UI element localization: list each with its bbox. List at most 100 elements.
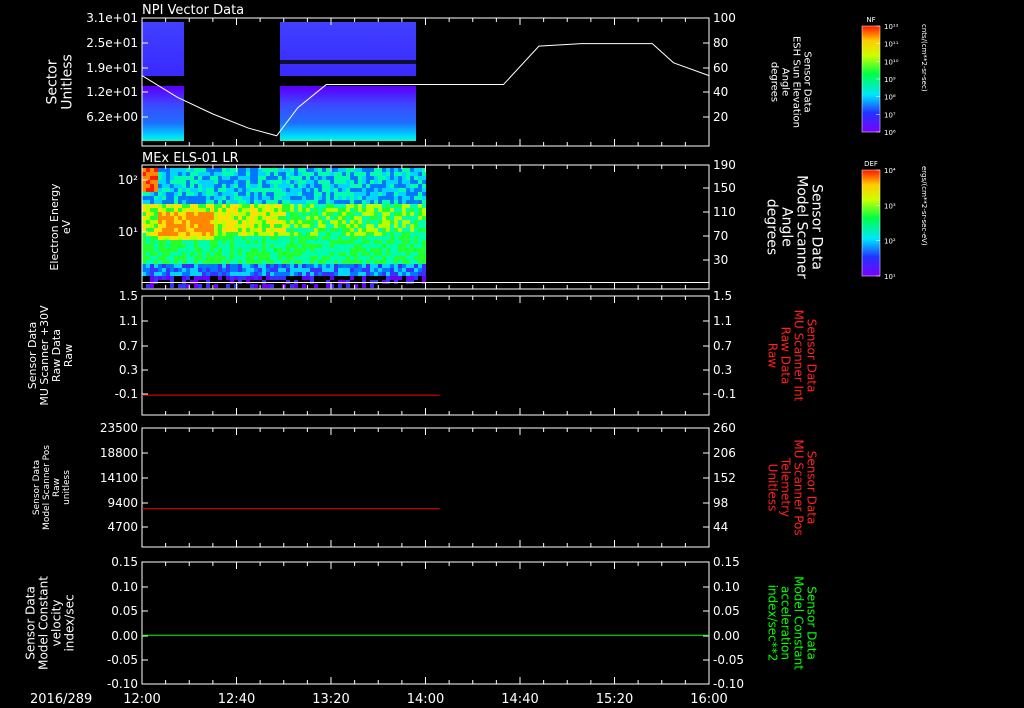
els-cell [418, 236, 422, 240]
y-tick-label-left: -0.10 [107, 677, 138, 691]
els-cell [142, 184, 146, 188]
els-cell [330, 276, 334, 280]
els-cell [362, 236, 366, 240]
els-cell [210, 168, 214, 172]
els-cell [342, 268, 346, 272]
els-cell [142, 236, 146, 240]
els-cell [146, 264, 150, 268]
els-cell [286, 256, 290, 260]
els-cell [278, 264, 282, 268]
els-cell [238, 236, 242, 240]
els-cell [262, 248, 266, 252]
y-axis-label-left: Sector [45, 59, 61, 104]
els-cell [386, 248, 390, 252]
els-cell [398, 172, 402, 176]
els-cell [422, 216, 426, 220]
els-cell [398, 176, 402, 180]
els-cell [382, 168, 386, 172]
els-cell [218, 232, 222, 236]
els-cell [330, 264, 334, 268]
els-cell [238, 240, 242, 244]
els-cell [146, 168, 150, 172]
els-cell [242, 216, 246, 220]
els-cell [414, 192, 418, 196]
els-cell [370, 232, 374, 236]
els-cell [250, 212, 254, 216]
els-cell [338, 208, 342, 212]
els-cell [150, 276, 154, 280]
els-cell [258, 256, 262, 260]
els-cell [370, 240, 374, 244]
els-cell [338, 248, 342, 252]
els-cell [270, 196, 274, 200]
els-cell [254, 276, 258, 280]
els-cell [282, 196, 286, 200]
els-cell [290, 192, 294, 196]
els-cell [322, 188, 326, 192]
els-cell [374, 192, 378, 196]
els-cell [294, 204, 298, 208]
els-cell [186, 232, 190, 236]
els-cell [390, 260, 394, 264]
els-cell [174, 204, 178, 208]
els-cell [310, 232, 314, 236]
els-cell [150, 220, 154, 224]
els-cell [238, 172, 242, 176]
els-cell [246, 184, 250, 188]
els-cell [186, 208, 190, 212]
els-cell [366, 196, 370, 200]
els-cell [202, 204, 206, 208]
els-cell [402, 208, 406, 212]
els-cell [350, 264, 354, 268]
els-cell [314, 252, 318, 256]
els-cell [334, 256, 338, 260]
els-cell [270, 232, 274, 236]
els-cell [362, 272, 366, 276]
els-cell [234, 200, 238, 204]
els-cell [162, 228, 166, 232]
els-cell [194, 204, 198, 208]
els-cell [154, 196, 158, 200]
els-cell [414, 248, 418, 252]
els-cell [418, 256, 422, 260]
els-cell [354, 216, 358, 220]
els-cell [170, 168, 174, 172]
els-cell [338, 220, 342, 224]
els-cell [374, 172, 378, 176]
els-cell [214, 224, 218, 228]
els-cell [418, 216, 422, 220]
els-cell [382, 208, 386, 212]
els-cell [422, 192, 426, 196]
els-cell [146, 184, 150, 188]
els-cell [298, 216, 302, 220]
els-cell [366, 216, 370, 220]
els-cell [194, 176, 198, 180]
y-axis-label-right: Model Scanner [794, 175, 810, 279]
els-cell [350, 244, 354, 248]
els-cell [178, 172, 182, 176]
colorbar-nf-title: NF [866, 16, 875, 24]
els-cell [318, 244, 322, 248]
time-axis: 2016/289 12:00 12:40 13:20 14:00 14:40 15:20 1… [30, 692, 728, 707]
els-cell [242, 220, 246, 224]
colorbar-tick-label: 10² [884, 238, 896, 246]
els-cell [182, 244, 186, 248]
els-cell [314, 240, 318, 244]
els-cell [242, 172, 246, 176]
els-cell [162, 216, 166, 220]
els-cell [350, 212, 354, 216]
els-cell [214, 260, 218, 264]
colorbar-def-unit: ergs/(cm**2-sr-sec-eV) [920, 166, 928, 246]
els-cell [186, 176, 190, 180]
els-cell [338, 256, 342, 260]
els-cell [298, 228, 302, 232]
els-cell [390, 192, 394, 196]
els-cell [298, 212, 302, 216]
els-cell [310, 228, 314, 232]
els-cell [146, 188, 150, 192]
els-cell [214, 220, 218, 224]
els-cell [302, 208, 306, 212]
els-cell [250, 224, 254, 228]
els-cell [258, 192, 262, 196]
els-cell [154, 180, 158, 184]
